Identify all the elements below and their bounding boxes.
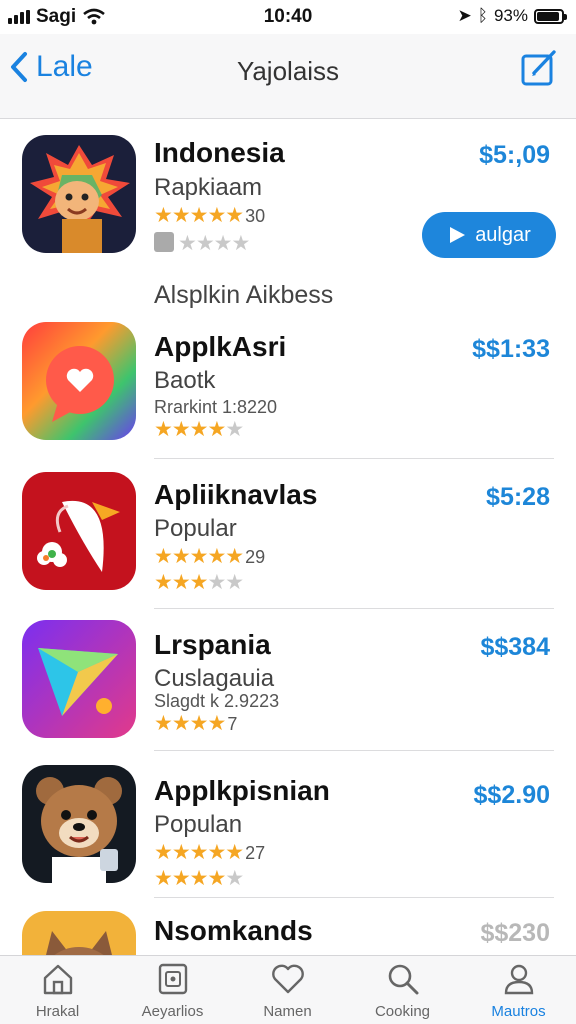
apps-icon — [158, 963, 187, 995]
page-title: Yajolaiss — [236, 56, 340, 86]
app-subtitle: Rapkiaam — [154, 174, 263, 201]
app-row[interactable]: Lrspania Cuslagauia Slagdt k 2.9223 ★★★★… — [0, 619, 576, 759]
star-rating: ★★★★ 7 — [154, 712, 238, 735]
app-meta: Rrarkint 1:8220 — [154, 397, 278, 417]
app-subtitle: Populan — [154, 811, 243, 838]
app-icon-troll — [22, 135, 136, 253]
star-rating: ★★★★★ — [154, 418, 244, 441]
app-price: $$1:33 — [472, 335, 550, 363]
secondary-rating: ★★★★★ — [154, 571, 244, 594]
search-icon — [388, 964, 418, 995]
location-icon: ➤ — [457, 6, 472, 25]
app-icon-bear — [22, 765, 136, 883]
bluetooth-icon: ᛒ — [477, 6, 488, 25]
app-price: $5:28 — [486, 483, 550, 511]
star-rating: ★★★★★ 29 — [154, 545, 266, 568]
heart-icon — [271, 964, 304, 994]
compose-icon — [521, 50, 556, 86]
app-price: $$384 — [480, 633, 550, 661]
tab-label: Aeyarlios — [141, 1003, 204, 1020]
featured-app-row[interactable]: Indonesia Rapkiaam ★★★★★ 30 ★★★★ $5:,09 a… — [0, 119, 576, 289]
app-row[interactable]: Apliiknavlas Popular ★★★★★ 29 ★★★★★ $5:28 — [0, 469, 576, 609]
app-list: Indonesia Rapkiaam ★★★★★ 30 ★★★★ $5:,09 a… — [0, 119, 576, 955]
tab-label: Hrakal — [35, 1003, 80, 1020]
row-divider — [154, 458, 554, 459]
home-icon — [43, 964, 72, 995]
row-divider — [154, 608, 554, 609]
secondary-rating: ★★★★★ — [154, 867, 244, 890]
status-bar: Sagi 10:40 ➤ ᛒ 93% — [0, 0, 576, 32]
status-right: ➤ ᛒ 93% — [457, 6, 567, 26]
tab-bar: Hrakal Aeyarlios Namen Cooking Mautros — [0, 955, 576, 1024]
app-title: Applkpisnian — [154, 775, 330, 806]
battery-icon — [534, 8, 567, 24]
app-icon-chat — [22, 322, 136, 440]
row-divider — [154, 897, 554, 898]
get-button[interactable]: aulgar — [422, 212, 556, 258]
tab-label: Mautros — [491, 1003, 546, 1020]
section-header: Alsplkin Aikbess — [154, 281, 334, 309]
tab-search[interactable]: Cooking — [345, 962, 460, 1020]
app-price: $5:,09 — [479, 141, 550, 169]
tab-label: Cooking — [374, 1003, 431, 1020]
tab-profile[interactable]: Mautros — [461, 962, 576, 1020]
app-icon-bird — [22, 472, 136, 590]
rating-count: 30 — [245, 206, 266, 226]
app-price: $$2.90 — [473, 781, 550, 809]
profile-icon — [504, 964, 533, 995]
tab-apps[interactable]: Aeyarlios — [115, 962, 230, 1020]
app-icon-cat — [22, 911, 136, 955]
compose-button[interactable] — [520, 48, 558, 93]
app-title: Apliiknavlas — [154, 479, 318, 510]
app-meta: Slagdt k 2.9223 — [154, 691, 280, 711]
app-title: Indonesia — [154, 137, 285, 168]
app-price: $$230 — [480, 919, 550, 947]
app-row[interactable]: Nsomkands $$230 — [0, 909, 576, 955]
battery-percent: 93% — [493, 6, 528, 25]
rating-count: 29 — [245, 547, 266, 567]
app-subtitle: Cuslagauia — [154, 665, 275, 692]
play-icon — [450, 227, 466, 243]
app-title: Nsomkands — [154, 915, 313, 946]
star-rating: ★★★★★ 30 — [154, 204, 266, 227]
rating-count: 27 — [245, 843, 266, 863]
tab-favorites[interactable]: Namen — [230, 962, 345, 1020]
app-subtitle: Baotk — [154, 367, 216, 394]
user-icon — [154, 232, 174, 253]
tab-label: Namen — [263, 1003, 312, 1020]
app-title: ApplkAsri — [154, 331, 287, 362]
user-rating: ★★★★ — [154, 231, 250, 256]
rating-count: 7 — [227, 714, 238, 734]
tab-home[interactable]: Hrakal — [0, 962, 115, 1020]
app-row[interactable]: ApplkAsri Baotk Rrarkint 1:8220 ★★★★★ $$… — [0, 319, 576, 459]
row-divider — [154, 750, 554, 751]
star-rating: ★★★★★ 27 — [154, 841, 266, 864]
app-subtitle: Popular — [154, 515, 237, 542]
app-title: Lrspania — [154, 629, 271, 660]
navigation-bar: Lale Yajolaiss — [0, 34, 576, 119]
app-icon-arrow — [22, 620, 136, 738]
get-button-label: aulgar — [475, 223, 531, 246]
app-row[interactable]: Applkpisnian Populan ★★★★★ 27 ★★★★★ $$2.9… — [0, 763, 576, 903]
